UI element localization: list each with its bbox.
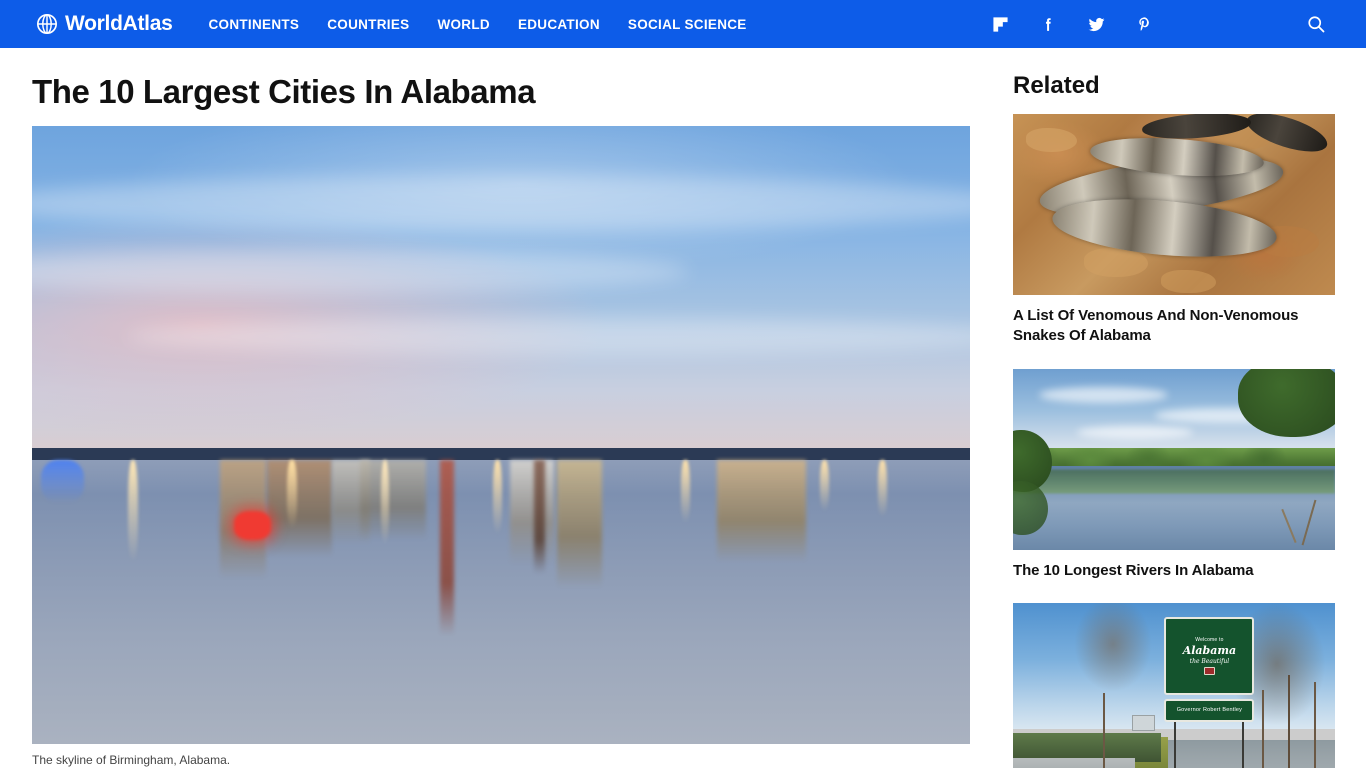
hero-image-birmingham-skyline (32, 126, 970, 745)
sign-line-beautiful: the Beautiful (1189, 658, 1230, 666)
nav-item-education[interactable]: EDUCATION (504, 17, 614, 32)
page-body: The 10 Largest Cities In Alabama The sky… (0, 48, 1366, 768)
facebook-icon[interactable] (1024, 0, 1072, 48)
hero-figure: The skyline of Birmingham, Alabama. (32, 126, 970, 768)
flipboard-icon[interactable] (976, 0, 1024, 48)
related-thumbnail-river[interactable] (1013, 368, 1335, 550)
main-navigation: CONTINENTS COUNTRIES WORLD EDUCATION SOC… (194, 17, 760, 32)
related-card-rivers[interactable]: The 10 Longest Rivers In Alabama (1013, 368, 1335, 581)
site-header: WorldAtlas CONTINENTS COUNTRIES WORLD ED… (0, 0, 1366, 48)
sign-board-main: Welcome to Alabama the Beautiful (1164, 617, 1255, 696)
nav-item-social-science[interactable]: SOCIAL SCIENCE (614, 17, 761, 32)
related-label-rivers[interactable]: The 10 Longest Rivers In Alabama (1013, 550, 1335, 581)
sidebar-title: Related (1013, 72, 1100, 99)
globe-icon (36, 13, 58, 35)
related-card-snakes[interactable]: A List Of Venomous And Non-Venomous Snak… (1013, 114, 1335, 347)
sign-board-governor: Governor Robert Bentley (1164, 698, 1255, 723)
related-thumbnail-alabama-sign[interactable]: Welcome to Alabama the Beautiful Governo… (1013, 602, 1335, 768)
sign-line-alabama: Alabama (1182, 644, 1237, 658)
related-card-alabama-sign[interactable]: Welcome to Alabama the Beautiful Governo… (1013, 602, 1335, 768)
pinterest-icon[interactable] (1120, 0, 1168, 48)
twitter-icon[interactable] (1072, 0, 1120, 48)
related-thumbnail-snake[interactable] (1013, 114, 1335, 295)
hero-caption: The skyline of Birmingham, Alabama. (32, 753, 231, 768)
cloud-band (125, 317, 970, 355)
site-logo[interactable]: WorldAtlas (36, 12, 173, 36)
nav-item-countries[interactable]: COUNTRIES (313, 17, 423, 32)
related-sidebar: Related A List Of Venomous And Non-Venom… (970, 48, 1366, 768)
nav-item-continents[interactable]: CONTINENTS (194, 17, 313, 32)
state-seal-icon (1203, 667, 1215, 676)
search-button[interactable] (1288, 0, 1344, 48)
sign-line-welcome: Welcome to (1195, 637, 1224, 644)
water-layer (32, 460, 970, 745)
site-logo-text: WorldAtlas (65, 12, 173, 35)
header-right-group (976, 0, 1344, 48)
page-title: The 10 Largest Cities In Alabama (32, 73, 536, 110)
related-label-snakes[interactable]: A List Of Venomous And Non-Venomous Snak… (1013, 295, 1335, 347)
cloud-band (32, 175, 970, 232)
sign-line-governor: Governor Robert Bentley (1176, 707, 1243, 714)
nav-item-world[interactable]: WORLD (423, 17, 504, 32)
search-icon (1308, 16, 1325, 33)
article-column: The 10 Largest Cities In Alabama The sky… (0, 48, 970, 768)
